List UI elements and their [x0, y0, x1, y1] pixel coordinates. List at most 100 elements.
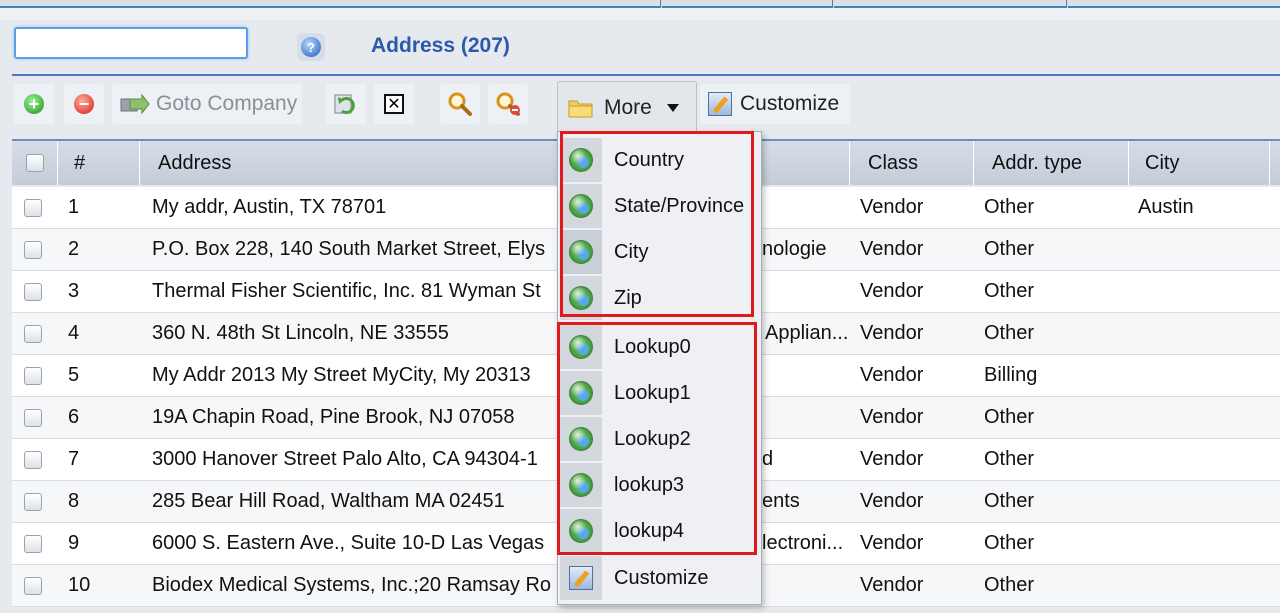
tab-segment[interactable] [0, 0, 661, 8]
plus-icon: + [24, 94, 44, 114]
row-number: 3 [68, 280, 80, 302]
row-number: 10 [68, 574, 91, 596]
column-header-number[interactable]: # [58, 141, 140, 185]
magnifier-icon [448, 92, 472, 116]
close-icon: ✕ [384, 94, 404, 114]
row-address: My Addr 2013 My Street MyCity, My 20313 [152, 364, 531, 386]
row-address: 3000 Hanover Street Palo Alto, CA 94304-… [152, 448, 538, 470]
row-addr-type: Other [984, 280, 1035, 302]
row-address: P.O. Box 228, 140 South Market Street, E… [152, 238, 546, 260]
row-number: 8 [68, 490, 80, 512]
highlight-box-lookups [557, 322, 757, 555]
divider [12, 74, 1280, 76]
customize-label: Customize [740, 92, 840, 115]
folder-icon [568, 100, 593, 117]
row-company: nologie [762, 238, 827, 260]
row-addr-type: Other [984, 322, 1035, 344]
row-address: 285 Bear Hill Road, Waltham MA 02451 [152, 490, 505, 512]
column-header-class[interactable]: Class [850, 141, 974, 185]
tab-segment[interactable] [1068, 0, 1280, 8]
customize-button[interactable]: Customize [700, 84, 850, 124]
row-checkbox[interactable] [24, 240, 42, 259]
tab-strip [0, 0, 1280, 8]
caret-down-icon [666, 103, 679, 112]
search-input[interactable] [14, 27, 248, 59]
row-company: Applian... [765, 322, 849, 344]
magnifier-clear-icon [496, 92, 520, 116]
row-addr-type: Other [984, 406, 1035, 428]
row-number: 1 [68, 196, 80, 218]
refresh-button[interactable] [326, 84, 366, 124]
goto-company-button[interactable]: Goto Company [112, 84, 302, 124]
tab-segment[interactable] [662, 0, 833, 8]
row-addr-type: Other [984, 448, 1035, 470]
more-dropdown-button[interactable]: More [557, 81, 697, 133]
add-button[interactable]: + [14, 84, 54, 124]
row-class: Vendor [860, 490, 924, 512]
row-class: Vendor [860, 364, 924, 386]
header-bar [0, 8, 1280, 20]
row-address: 360 N. 48th St Lincoln, NE 33555 [152, 322, 449, 344]
clear-button[interactable]: ✕ [374, 84, 414, 124]
row-checkbox[interactable] [24, 366, 42, 385]
row-city: Austin [1138, 196, 1194, 218]
row-addr-type: Billing [984, 364, 1038, 386]
row-address: Thermal Fisher Scientific, Inc. 81 Wyman… [152, 280, 541, 302]
row-company: ents [762, 490, 800, 512]
row-class: Vendor [860, 448, 924, 470]
row-checkbox[interactable] [24, 282, 42, 301]
row-checkbox[interactable] [24, 198, 42, 217]
row-address: 19A Chapin Road, Pine Brook, NJ 07058 [152, 406, 515, 428]
row-address: 6000 S. Eastern Ave., Suite 10-D Las Veg… [152, 532, 545, 554]
row-checkbox[interactable] [24, 492, 42, 511]
row-company: lectroni... [762, 532, 844, 554]
menu-item-customize[interactable]: Customize [560, 556, 759, 600]
customize-icon [708, 92, 732, 116]
help-button[interactable]: ? [297, 33, 325, 61]
select-all-checkbox[interactable] [25, 154, 44, 172]
remove-button[interactable]: − [64, 84, 104, 124]
minus-icon: − [74, 94, 94, 114]
row-checkbox[interactable] [24, 450, 42, 469]
row-addr-type: Other [984, 574, 1035, 596]
row-number: 7 [68, 448, 80, 470]
row-class: Vendor [860, 196, 924, 218]
row-class: Vendor [860, 574, 924, 596]
row-class: Vendor [860, 532, 924, 554]
row-number: 5 [68, 364, 80, 386]
row-checkbox[interactable] [24, 534, 42, 553]
search-button[interactable] [440, 84, 480, 124]
row-number: 4 [68, 322, 80, 344]
select-all-cell [12, 141, 58, 185]
row-checkbox[interactable] [24, 576, 42, 595]
goto-arrow-icon [120, 93, 150, 115]
row-number: 2 [68, 238, 80, 260]
row-company: d [762, 448, 774, 470]
row-addr-type: Other [984, 238, 1035, 260]
row-checkbox[interactable] [24, 408, 42, 427]
column-header-city[interactable]: City [1129, 141, 1270, 185]
page-title: Address (207) [371, 34, 510, 57]
row-number: 6 [68, 406, 80, 428]
clear-search-button[interactable] [488, 84, 528, 124]
row-addr-type: Other [984, 532, 1035, 554]
highlight-box-location [560, 131, 754, 317]
row-address: Biodex Medical Systems, Inc.;20 Ramsay R… [152, 574, 552, 596]
row-checkbox[interactable] [24, 324, 42, 343]
goto-company-label: Goto Company [156, 92, 298, 115]
help-icon: ? [301, 37, 321, 57]
row-class: Vendor [860, 280, 924, 302]
row-class: Vendor [860, 238, 924, 260]
customize-icon [569, 566, 593, 590]
refresh-icon [334, 94, 355, 114]
row-addr-type: Other [984, 196, 1035, 218]
row-address: My addr, Austin, TX 78701 [152, 196, 387, 218]
row-number: 9 [68, 532, 80, 554]
row-class: Vendor [860, 322, 924, 344]
row-addr-type: Other [984, 490, 1035, 512]
menu-item-label: Customize [614, 566, 709, 589]
column-header-addr-type[interactable]: Addr. type [974, 141, 1129, 185]
more-label: More [604, 95, 652, 119]
tab-segment[interactable] [834, 0, 1067, 8]
row-class: Vendor [860, 406, 924, 428]
